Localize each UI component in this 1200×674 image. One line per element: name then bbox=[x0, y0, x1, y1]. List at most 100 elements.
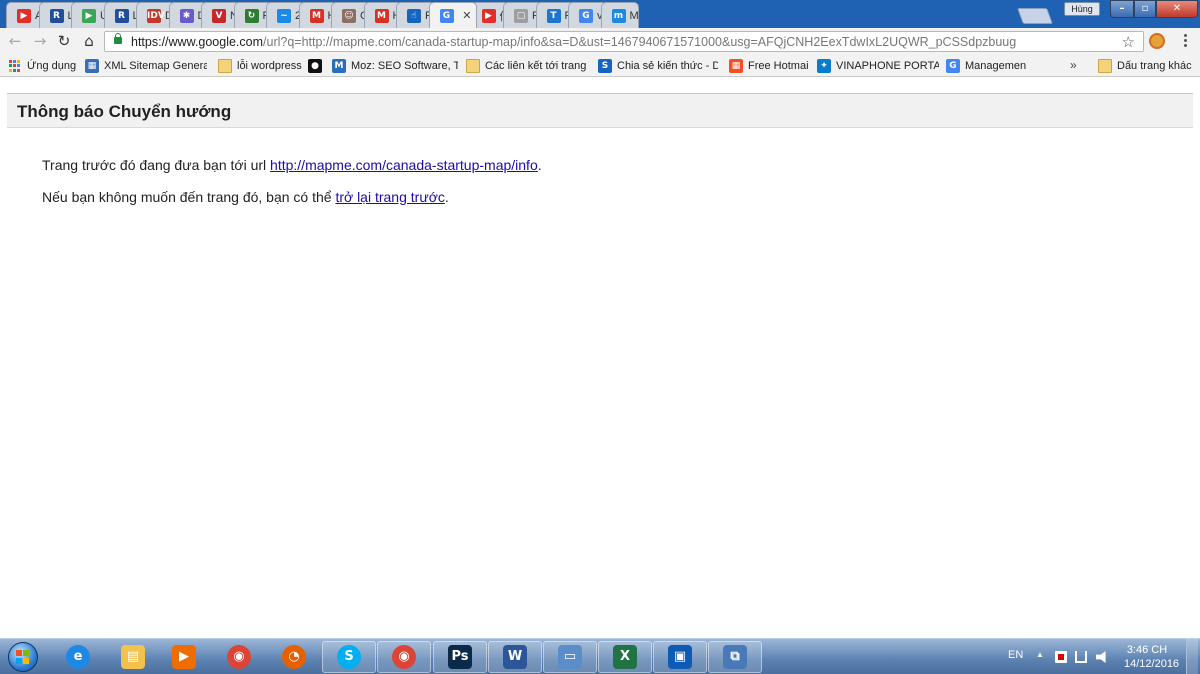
lock-icon bbox=[114, 33, 122, 44]
taskbar-app-button[interactable]: W bbox=[488, 641, 542, 673]
volume-icon[interactable] bbox=[1096, 651, 1106, 663]
language-indicator[interactable]: EN bbox=[1008, 649, 1023, 661]
close-window-button[interactable]: ✕ bbox=[1156, 0, 1198, 18]
tab-strip: ▶AnaRLog▶ỨngRLogIDVDiễ✱DopVNhi↻Farr~20 p… bbox=[0, 0, 1200, 28]
bookmark-item[interactable]: M Moz: SEO Software, T bbox=[332, 58, 458, 74]
taskbar: e ▤ ▶ ◉ ◔ S ◉ Ps W ▭ X ▣ ⧉ EN ▲ 3:46 CH 14/12/2016 bbox=[0, 638, 1200, 674]
taskbar-app-button[interactable]: S bbox=[322, 641, 376, 673]
browser-tab[interactable]: G ✕ bbox=[428, 2, 477, 28]
leaf-icon: ● bbox=[308, 59, 322, 73]
media-player-icon: ▶ bbox=[172, 645, 196, 669]
bookmark-item[interactable]: ▦ XML Sitemap Generat bbox=[85, 58, 207, 74]
sitemap-icon: ▦ bbox=[85, 59, 99, 73]
taskbar-app-button[interactable]: ▶ bbox=[157, 641, 211, 673]
idvs-icon: IDV bbox=[147, 8, 165, 23]
bookmark-item[interactable]: Các liên kết tới trang bbox=[466, 58, 590, 74]
bookmark-label: Chia sẻ kiến thức - Dc bbox=[617, 60, 718, 72]
back-button[interactable]: ← bbox=[5, 31, 25, 51]
google-icon: G bbox=[439, 8, 454, 23]
close-tab-icon[interactable]: ✕ bbox=[462, 9, 471, 22]
firefox-icon: ◔ bbox=[282, 645, 306, 669]
moz-icon: M bbox=[332, 59, 346, 73]
pointer-icon: ☝ bbox=[407, 8, 421, 23]
youtube-icon: ▶ bbox=[17, 8, 31, 23]
clock[interactable]: 3:46 CH 14/12/2016 bbox=[1124, 643, 1180, 671]
action-center-flag-icon[interactable] bbox=[1055, 651, 1067, 663]
network-status-icon[interactable] bbox=[1075, 651, 1087, 663]
maximize-button[interactable]: ▫ bbox=[1134, 0, 1156, 18]
go-back-link[interactable]: trở lại trang trước bbox=[335, 189, 444, 205]
taskbar-app-button[interactable]: ◉ bbox=[212, 641, 266, 673]
vinaphone-icon: ✦ bbox=[817, 59, 831, 73]
taskbar-app-button[interactable]: Ps bbox=[433, 641, 487, 673]
browser-toolbar: ← → ↻ ⌂ https://www.google.com/url?q=htt… bbox=[0, 28, 1200, 55]
apps-icon bbox=[8, 59, 22, 73]
profile-button[interactable]: Hùng bbox=[1064, 2, 1100, 16]
bookmark-label: lỗi wordpress bbox=[237, 60, 302, 72]
extension-icon[interactable] bbox=[1149, 33, 1165, 49]
taskbar-app-button[interactable]: ◔ bbox=[267, 641, 321, 673]
browser-tab[interactable]: mMap bbox=[600, 2, 639, 28]
destination-link[interactable]: http://mapme.com/canada-startup-map/info bbox=[270, 157, 538, 173]
google-icon: G bbox=[946, 59, 960, 73]
youtube-icon: ▶ bbox=[481, 8, 496, 23]
bookmarks-overflow-button[interactable]: » bbox=[1070, 58, 1077, 72]
bookmark-label: XML Sitemap Generat bbox=[104, 60, 207, 72]
show-desktop-button[interactable] bbox=[1186, 639, 1198, 674]
bookmark-item[interactable]: S Chia sẻ kiến thức - Dc bbox=[598, 58, 718, 74]
menu-icon[interactable] bbox=[1178, 32, 1192, 50]
r-logo-icon: R bbox=[114, 8, 129, 23]
bookmark-label: Các liên kết tới trang bbox=[485, 60, 587, 72]
folder-icon bbox=[466, 59, 480, 73]
taskbar-app-button[interactable]: X bbox=[598, 641, 652, 673]
bookmark-star-icon[interactable]: ☆ bbox=[1122, 33, 1135, 51]
minimize-button[interactable]: – bbox=[1110, 0, 1134, 18]
explorer-icon: ▤ bbox=[121, 645, 145, 669]
remote-desktop-icon: ▭ bbox=[558, 645, 582, 669]
ie-icon: e bbox=[66, 645, 90, 669]
taskbar-app-button[interactable]: ⧉ bbox=[708, 641, 762, 673]
tab-title: Map bbox=[629, 9, 639, 22]
clock-time: 3:46 CH bbox=[1126, 644, 1168, 656]
chrome-icon: ◉ bbox=[392, 645, 416, 669]
taskbar-app-button[interactable]: e bbox=[51, 641, 105, 673]
taskbar-app-button[interactable]: ▭ bbox=[543, 641, 597, 673]
page-icon: ▢ bbox=[514, 8, 528, 23]
taskbar-app-button[interactable]: ▤ bbox=[106, 641, 160, 673]
folder-icon bbox=[1098, 59, 1112, 73]
bookmark-other-folder[interactable]: Dấu trang khác bbox=[1098, 58, 1192, 74]
home-button[interactable]: ⌂ bbox=[79, 31, 99, 51]
word-icon: W bbox=[503, 645, 527, 669]
bookmark-label: Management bbox=[965, 60, 1026, 72]
bookmark-item[interactable]: G Management bbox=[946, 58, 1026, 74]
show-hidden-icons-button[interactable]: ▲ bbox=[1036, 650, 1044, 659]
bookmark-item[interactable]: Ứng dụng bbox=[8, 58, 78, 74]
windows-icon: ▦ bbox=[729, 59, 743, 73]
r-logo-icon: R bbox=[49, 8, 64, 23]
bookmark-item[interactable]: ● bbox=[308, 58, 322, 74]
taskbar-app-button[interactable]: ◉ bbox=[377, 641, 431, 673]
bookmark-item[interactable]: ▦ Free Hotmail bbox=[729, 58, 809, 74]
address-bar[interactable]: https://www.google.com/url?q=http://mapm… bbox=[104, 31, 1144, 52]
recycle-icon: ↻ bbox=[244, 8, 259, 23]
bookmark-item[interactable]: ✦ VINAPHONE PORTAL bbox=[817, 58, 939, 74]
tab-list: ▶AnaRLog▶ỨngRLogIDVDiễ✱DopVNhi↻Farr~20 p… bbox=[6, 2, 639, 28]
url-text[interactable]: https://www.google.com/url?q=http://mapm… bbox=[131, 35, 1016, 49]
excel-icon: X bbox=[613, 645, 637, 669]
start-button[interactable] bbox=[2, 640, 46, 674]
clock-date: 14/12/2016 bbox=[1124, 658, 1180, 670]
t-logo-icon: T bbox=[546, 8, 561, 23]
redirect-message: Trang trước đó đang đưa bạn tới url http… bbox=[42, 157, 542, 173]
system-tray: EN ▲ 3:46 CH 14/12/2016 bbox=[1000, 639, 1200, 674]
taskbar-app-button[interactable]: ▣ bbox=[653, 641, 707, 673]
s-logo-icon: S bbox=[598, 59, 612, 73]
bookmark-item[interactable]: lỗi wordpress bbox=[218, 58, 304, 74]
mailchimp-icon: ☺ bbox=[342, 8, 356, 23]
new-tab-button[interactable] bbox=[1017, 8, 1053, 24]
mapme-icon: m bbox=[611, 8, 626, 23]
reload-button[interactable]: ↻ bbox=[54, 31, 74, 51]
play-store-icon: ▶ bbox=[82, 8, 96, 23]
chrome-icon: ◉ bbox=[227, 645, 251, 669]
bookmark-label: Dấu trang khác bbox=[1117, 60, 1192, 72]
forward-button[interactable]: → bbox=[30, 31, 50, 51]
